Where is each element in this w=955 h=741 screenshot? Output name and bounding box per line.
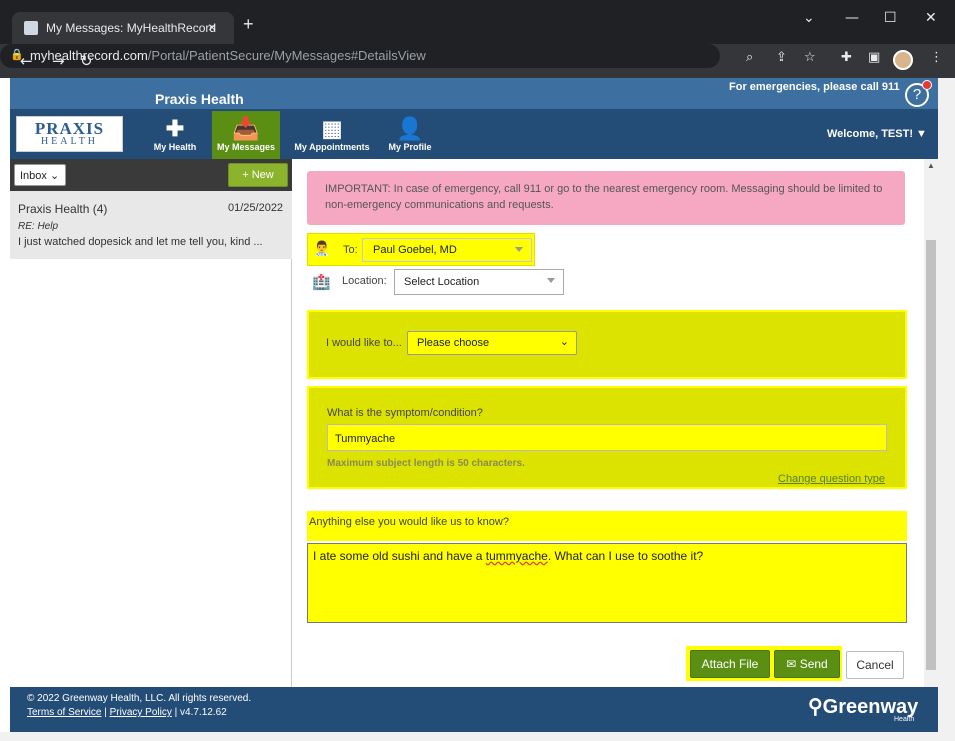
copyright: © 2022 Greenway Health, LLC. All rights … [27,693,252,704]
url-path: /Portal/PatientSecure/MyMessages#Details… [147,48,426,63]
envelope-icon: ✉ [786,657,797,671]
change-question-type-link[interactable]: Change question type [778,473,885,485]
person-icon: 👤 [396,116,424,141]
new-message-button[interactable]: + New [228,163,288,187]
request-type-label: I would like to... [326,337,402,349]
praxis-logo[interactable]: PRAXIS HEALTH [16,116,123,152]
greenway-sub: Health [894,716,915,723]
privacy-link[interactable]: Privacy Policy [110,707,172,718]
tab-search-icon[interactable]: ⌄ [803,10,815,26]
help-glyph: ? [912,86,922,103]
terms-link[interactable]: Terms of Service [27,707,101,718]
additional-info-label: Anything else you would like us to know? [309,516,509,528]
inbox-icon: 📥 [232,116,260,141]
maximize-icon[interactable]: ☐ [884,10,897,26]
nav-my-appointments[interactable]: ▦ My Appointments [292,111,372,159]
horizontal-scrollbar[interactable] [0,732,955,741]
close-window-icon[interactable]: ✕ [925,10,937,26]
message-date: 01/25/2022 [228,202,284,214]
message-from: Praxis Health (4) [18,202,108,216]
side-panel-icon[interactable]: ▣ [868,50,880,65]
symptom-input[interactable]: Tummyache [327,424,887,451]
message-subject: RE: Help [18,221,59,232]
tab-title: My Messages: MyHealthRecord [46,21,217,35]
separator: | [101,707,110,718]
profile-avatar[interactable] [893,50,913,70]
nav-my-health[interactable]: ✚ My Health [150,111,200,159]
new-tab-icon[interactable]: + [243,14,254,35]
forward-icon[interactable]: → [52,52,65,70]
request-type-select[interactable]: Please choose ⌄ [407,331,577,355]
location-label: Location: [342,275,387,287]
message-body-text: I ate some old sushi and have a tummyach… [313,549,703,563]
chevron-down-icon: ⌄ [49,170,60,182]
caret-down-icon [515,247,523,252]
doctor-icon: 👨‍⚕️ [313,240,331,256]
symptom-hint: Maximum subject length is 50 characters. [327,458,525,469]
lock-icon: 🔒 [10,49,24,61]
tab-close-icon[interactable]: × [208,19,216,35]
scroll-up-icon[interactable]: ▲ [927,161,935,170]
body-part: I ate some old sushi and have a [313,549,486,563]
location-value: Select Location [404,276,480,288]
nav-my-messages[interactable]: 📥 My Messages [212,111,280,159]
favicon-icon [24,21,38,35]
hospital-icon: 🏥 [312,274,331,291]
menu-icon[interactable]: ⋮ [930,50,943,65]
chevron-down-icon: ⌄ [559,336,569,348]
nav-label: My Messages [216,142,276,152]
calendar-icon: ▦ [321,116,343,141]
logo-bottom: HEALTH [40,136,99,147]
scrollbar-thumb[interactable] [926,240,936,670]
symptom-label: What is the symptom/condition? [327,407,483,419]
to-label: To: [343,244,358,256]
send-label: Send [799,657,828,671]
reload-icon[interactable]: ↻ [80,52,93,70]
page-scrollbar[interactable] [938,78,955,732]
nav-label: My Appointments [294,142,370,152]
nav-label: My Health [153,142,197,152]
minimize-icon[interactable]: — [845,10,859,26]
zoom-icon[interactable]: ⌕ [746,50,753,65]
extensions-icon[interactable]: ✚ [841,50,852,65]
emergency-alert: IMPORTANT: In case of emergency, call 91… [307,171,905,225]
emergency-notice: For emergencies, please call 911 [729,81,900,93]
caret-down-icon [547,278,555,283]
nav-label: My Profile [388,142,432,152]
recipient-select[interactable]: Paul Goebel, MD [362,238,532,262]
nav-my-profile[interactable]: 👤 My Profile [385,111,435,159]
folder-value: Inbox [20,170,47,182]
footer-links: Terms of Service | Privacy Policy | v4.7… [27,707,227,718]
version: | v4.7.12.62 [171,707,227,718]
plus-icon: ✚ [165,116,185,141]
welcome-menu[interactable]: Welcome, TEST! ▼ [827,128,927,140]
bookmark-star-icon[interactable]: ☆ [804,50,816,65]
misspelled-word: tummyache [485,549,548,563]
greenway-brand: Greenway [822,696,919,718]
brand-name: Praxis Health [155,91,244,107]
send-button[interactable]: ✉ Send [774,650,840,678]
body-part: . What can I use to soothe it? [547,549,704,563]
location-select[interactable]: Select Location [394,269,564,295]
greenway-icon: ⚲ [808,696,823,718]
cancel-button[interactable]: Cancel [846,651,904,679]
share-icon[interactable]: ⇪ [776,50,787,65]
folder-select[interactable]: Inbox ⌄ [14,164,66,186]
browser-tab[interactable]: My Messages: MyHealthRecord × [12,12,234,44]
message-preview: I just watched dopesick and let me tell … [18,236,263,248]
url-input[interactable]: 🔒 myhealthrecord.com/Portal/PatientSecure… [0,44,720,68]
attach-file-button[interactable]: Attach File [690,650,770,678]
greenway-logo: ⚲Greenway Health [808,694,919,723]
notification-dot [922,80,932,90]
help-icon[interactable]: ? [905,80,932,107]
recipient-value: Paul Goebel, MD [373,244,457,256]
request-type-value: Please choose [417,337,490,349]
